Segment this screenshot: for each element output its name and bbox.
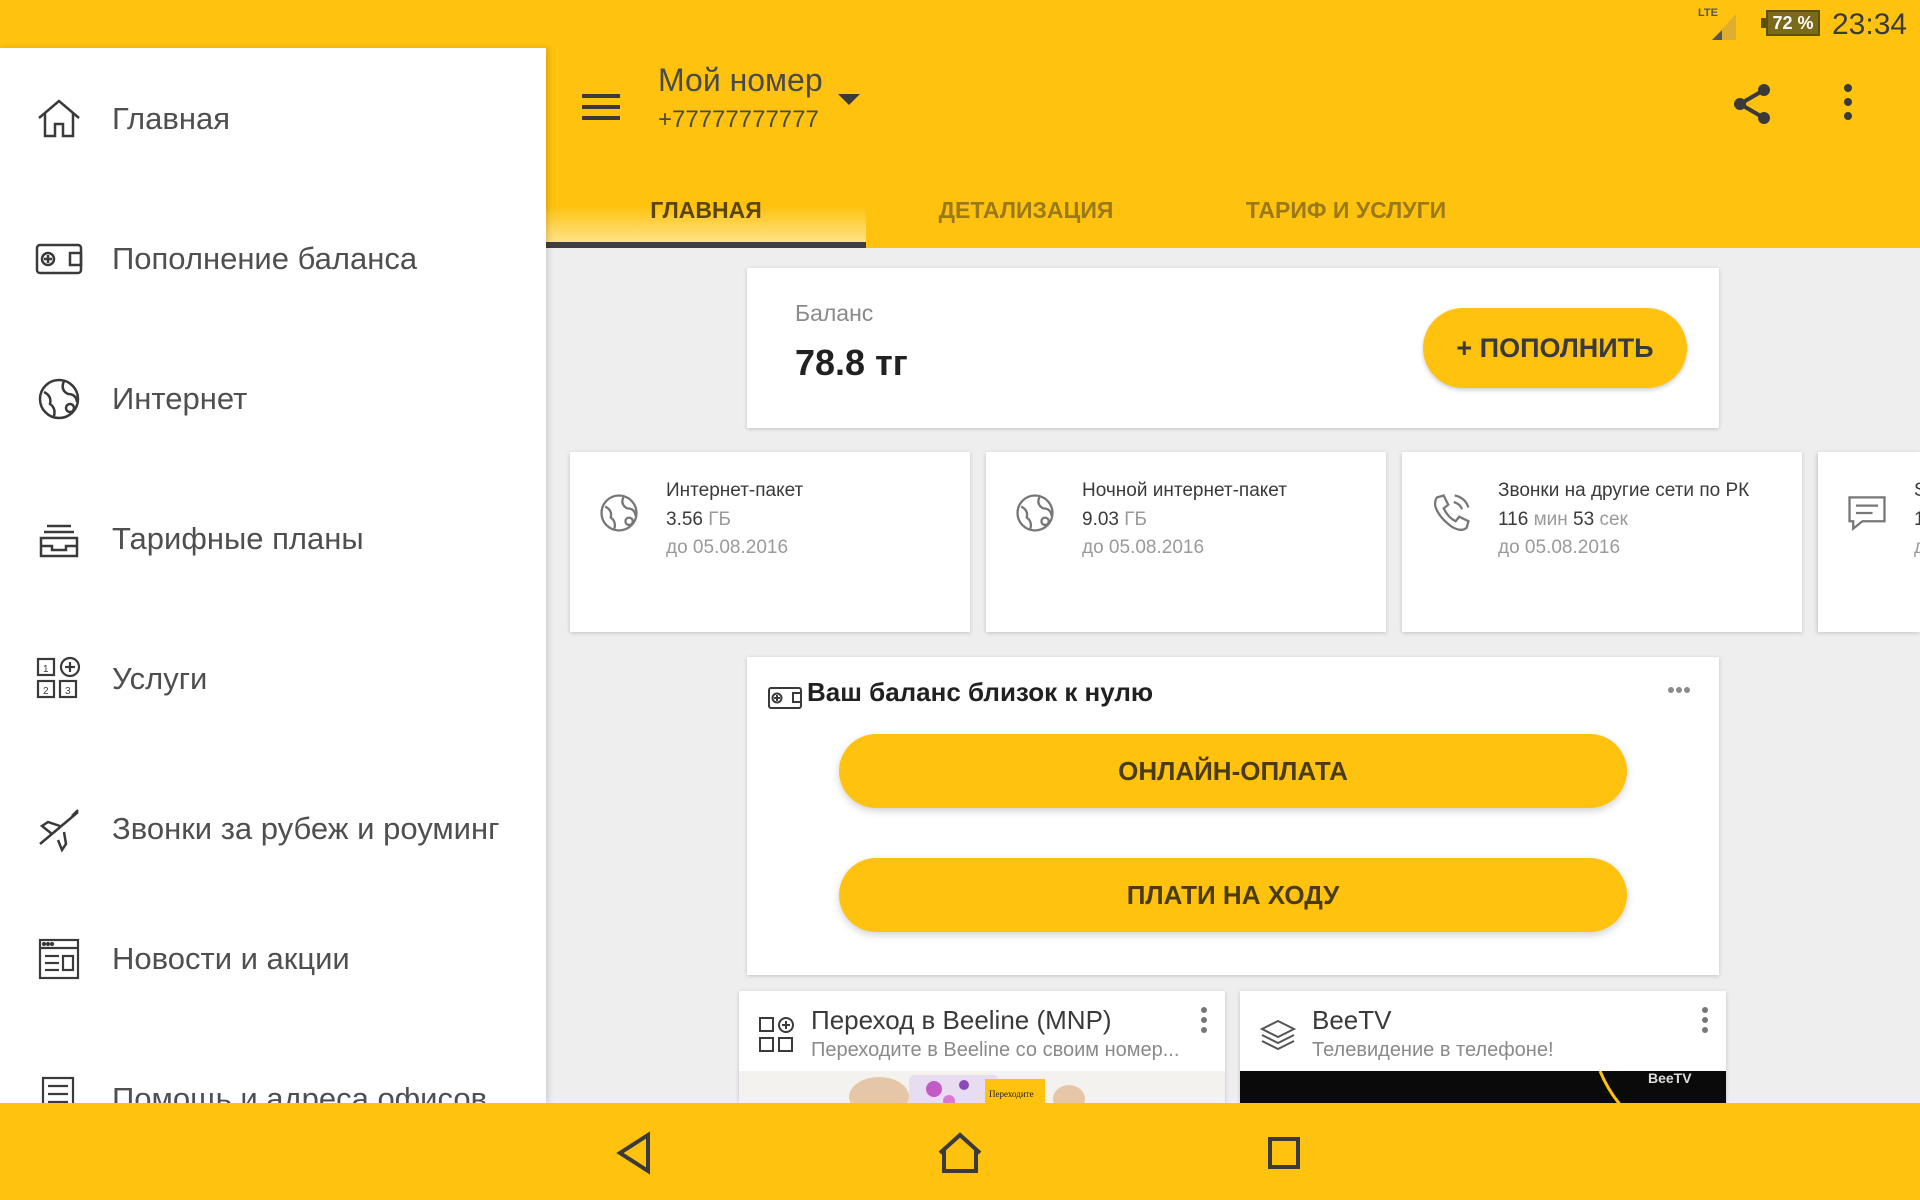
account-phone: +77777777777 xyxy=(658,106,819,133)
promo-image: Переходите xyxy=(739,1071,1225,1103)
package-name: S xyxy=(1914,480,1920,502)
airplane-icon xyxy=(39,809,79,853)
recent-apps-icon[interactable] xyxy=(1256,1125,1312,1181)
globe-icon xyxy=(38,378,80,420)
drawer-item-label: Услуги xyxy=(112,661,208,696)
hamburger-menu-icon[interactable] xyxy=(582,88,626,124)
drawer-item-label: Новости и акции xyxy=(112,941,350,976)
wallet-icon xyxy=(35,243,83,275)
svg-text:1: 1 xyxy=(43,664,49,675)
navigation-drawer: Главная Пополнение баланса Интернет Тари… xyxy=(0,48,546,1103)
services-grid-icon: 1 2 3 xyxy=(36,656,81,699)
back-icon[interactable] xyxy=(608,1125,664,1181)
package-card-internet[interactable]: Интернет-пакет 3.56 ГБ до 05.08.2016 xyxy=(570,452,970,632)
package-card-sms[interactable]: S 1 д xyxy=(1818,452,1920,632)
balance-label: Баланс xyxy=(795,300,874,326)
message-icon xyxy=(1848,496,1886,532)
drawer-item-label: Пополнение баланса xyxy=(112,241,418,276)
package-name: Интернет-пакет xyxy=(666,480,804,501)
balance-card: Баланс 78.8 тг + ПОПОЛНИТЬ xyxy=(747,268,1719,428)
promo-card-beetv[interactable]: BeeTV Телевидение в телефоне! BeeTV xyxy=(1240,991,1726,1103)
battery-indicator: 72 % xyxy=(1761,10,1820,36)
layers-icon xyxy=(1259,1019,1297,1051)
package-amount: 1 xyxy=(1914,509,1920,530)
globe-icon xyxy=(1016,494,1054,532)
globe-icon xyxy=(600,494,638,532)
signal-icon: LTE xyxy=(1698,7,1736,40)
low-balance-card: Ваш баланс близок к нулю ОНЛАЙН-ОПЛАТА П… xyxy=(747,657,1719,975)
more-vertical-icon[interactable] xyxy=(1201,1007,1209,1037)
drawer-item-roaming[interactable]: Звонки за рубеж и роуминг xyxy=(0,779,546,879)
drawer-item-services[interactable]: 1 2 3 Услуги xyxy=(0,639,546,719)
tab-bar: ГЛАВНАЯ ДЕТАЛИЗАЦИЯ ТАРИФ И УСЛУГИ xyxy=(546,178,1920,248)
tab-main[interactable]: ГЛАВНАЯ xyxy=(546,178,866,248)
drawer-item-label: Помощь и адреса офисов xyxy=(112,1081,488,1103)
more-horizontal-icon[interactable] xyxy=(1667,681,1697,701)
balance-value: 78.8 тг xyxy=(795,342,908,383)
promo-card-mnp[interactable]: Переход в Beeline (MNP) Переходите в Bee… xyxy=(739,991,1225,1103)
promo-title: BeeTV xyxy=(1312,1005,1392,1035)
topup-button[interactable]: + ПОПОЛНИТЬ xyxy=(1423,308,1687,388)
package-expiry: до 05.08.2016 xyxy=(1498,537,1621,558)
drawer-item-news[interactable]: Новости и акции xyxy=(0,919,546,999)
wallet-icon xyxy=(768,687,802,709)
app-bar: Мой номер +77777777777 ГЛАВНАЯ ДЕТАЛИЗАЦ… xyxy=(546,48,1920,248)
online-payment-button[interactable]: ОНЛАЙН-ОПЛАТА xyxy=(839,734,1627,808)
drawer-item-label: Тарифные планы xyxy=(112,521,364,556)
pay-on-the-go-button[interactable]: ПЛАТИ НА ХОДУ xyxy=(839,858,1627,932)
package-expiry: д xyxy=(1914,537,1920,558)
home-nav-icon[interactable] xyxy=(932,1125,988,1181)
system-navigation-bar xyxy=(0,1103,1920,1200)
package-expiry: до 05.08.2016 xyxy=(666,537,789,558)
status-bar: LTE 72 % 23:34 xyxy=(0,0,1920,48)
drawer-item-internet[interactable]: Интернет xyxy=(0,359,546,439)
share-icon[interactable] xyxy=(1730,82,1774,126)
svg-text:3: 3 xyxy=(65,686,71,697)
package-name: Звонки на другие сети по РК xyxy=(1498,480,1750,501)
package-card-night-internet[interactable]: Ночной интернет-пакет 9.03 ГБ до 05.08.2… xyxy=(986,452,1386,632)
phone-icon xyxy=(1433,494,1470,531)
more-vertical-icon[interactable] xyxy=(1838,82,1858,126)
tab-details[interactable]: ДЕТАЛИЗАЦИЯ xyxy=(866,178,1186,248)
help-document-icon xyxy=(41,1076,75,1103)
promo-subtitle: Переходите в Beeline со своим номер... xyxy=(811,1039,1180,1061)
package-expiry: до 05.08.2016 xyxy=(1082,537,1205,558)
chevron-down-icon[interactable] xyxy=(838,94,860,105)
more-vertical-icon[interactable] xyxy=(1702,1007,1710,1037)
package-amount: 3.56 ГБ xyxy=(666,509,732,530)
drawer-item-topup[interactable]: Пополнение баланса xyxy=(0,219,546,299)
promo-subtitle: Телевидение в телефоне! xyxy=(1312,1039,1554,1061)
drawer-item-help[interactable]: Помощь и адреса офисов xyxy=(0,1059,546,1103)
alert-title: Ваш баланс близок к нулю xyxy=(807,677,1154,707)
package-amount: 116 мин 53 сек xyxy=(1498,509,1628,530)
drawer-item-tariffs[interactable]: Тарифные планы xyxy=(0,499,546,579)
promo-title: Переход в Beeline (MNP) xyxy=(811,1005,1112,1035)
svg-text:LTE: LTE xyxy=(1698,7,1718,19)
drawer-item-label: Звонки за рубеж и роуминг xyxy=(112,811,500,846)
account-title[interactable]: Мой номер xyxy=(658,62,823,99)
clock: 23:34 xyxy=(1832,8,1908,41)
tray-icon xyxy=(39,524,79,558)
package-amount: 9.03 ГБ xyxy=(1082,509,1148,530)
drawer-item-home[interactable]: Главная xyxy=(0,79,546,159)
drawer-item-label: Главная xyxy=(112,101,230,136)
svg-text:2: 2 xyxy=(43,686,49,697)
svg-text:BeeTV: BeeTV xyxy=(1648,1071,1692,1086)
drawer-item-label: Интернет xyxy=(112,381,248,416)
mnp-grid-icon xyxy=(759,1017,794,1052)
home-icon xyxy=(38,99,80,138)
package-name: Ночной интернет-пакет xyxy=(1082,480,1287,501)
tab-tariff-services[interactable]: ТАРИФ И УСЛУГИ xyxy=(1186,178,1506,248)
svg-text:Переходите: Переходите xyxy=(989,1089,1034,1099)
news-icon xyxy=(38,938,80,980)
package-card-calls[interactable]: Звонки на другие сети по РК 116 мин 53 с… xyxy=(1402,452,1802,632)
promo-image: BeeTV xyxy=(1240,1071,1726,1103)
